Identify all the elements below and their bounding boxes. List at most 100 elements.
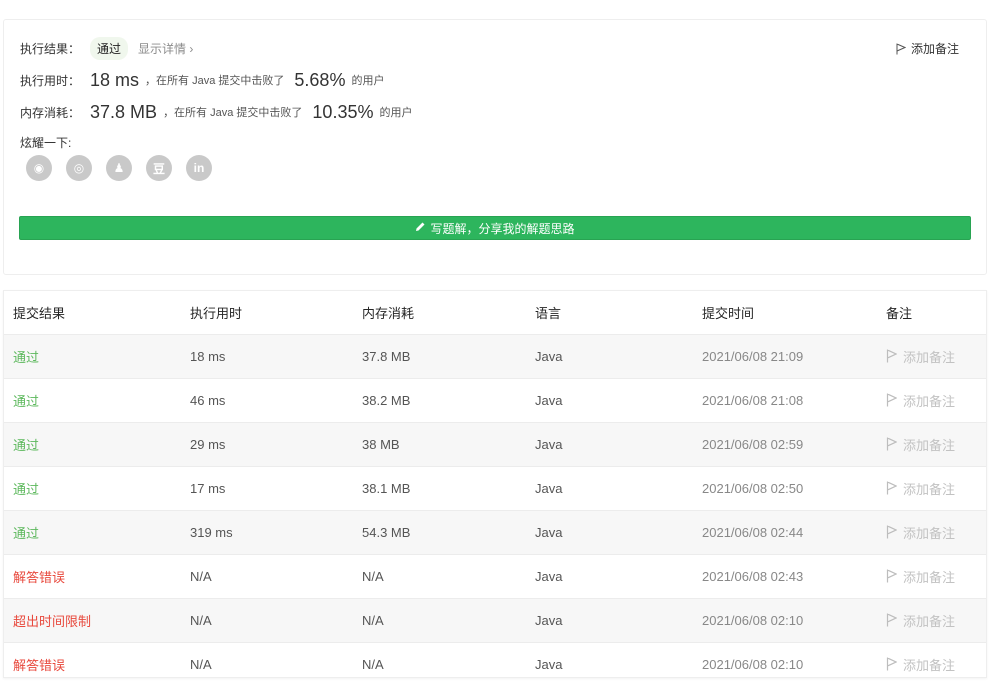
qq-icon[interactable]: ♟: [106, 155, 132, 181]
memory-cell: 54.3 MB: [362, 524, 411, 540]
row-add-note-button[interactable]: 添加备注: [886, 643, 986, 686]
submit-time-cell: 2021/06/08 02:50: [702, 480, 804, 496]
note-cell[interactable]: 添加备注: [877, 466, 986, 510]
linkedin-icon[interactable]: in: [186, 155, 212, 181]
language-cell: Java: [535, 348, 563, 364]
table-row: 通过 29 ms 38 MB Java 2021/06/08 02:59 添加备…: [4, 422, 986, 466]
memory-cell: N/A: [362, 656, 384, 672]
runtime-row: 执行用时： 18 ms ，在所有 Java 提交中击败了 5.68% 的用户: [20, 68, 384, 92]
row-add-note-label: 添加备注: [903, 613, 956, 629]
memory-cell: 37.8 MB: [362, 348, 411, 364]
runtime-cell: 18 ms: [190, 348, 226, 364]
language-cell: Java: [535, 568, 563, 584]
result-label: 执行结果：: [20, 41, 81, 56]
write-solution-label: 写题解，分享我的解题思路: [430, 221, 575, 236]
table-row: 解答错误 N/A N/A Java 2021/06/08 02:43 添加备注: [4, 554, 986, 598]
table-row: 解答错误 N/A N/A Java 2021/06/08 02:10 添加备注: [4, 642, 986, 686]
runtime-cell: 17 ms: [190, 480, 226, 496]
wechat-icon[interactable]: ◉: [26, 155, 52, 181]
header-note: 备注: [886, 305, 913, 321]
note-cell[interactable]: 添加备注: [877, 334, 986, 378]
row-add-note-label: 添加备注: [903, 569, 956, 585]
memory-suffix: 的用户: [379, 107, 413, 119]
memory-label: 内存消耗：: [20, 105, 81, 120]
note-cell[interactable]: 添加备注: [877, 642, 986, 686]
note-cell[interactable]: 添加备注: [877, 422, 986, 466]
table-header-row: 提交结果 执行用时 内存消耗 语言 提交时间 备注: [4, 291, 986, 334]
table-row: 通过 17 ms 38.1 MB Java 2021/06/08 02:50 添…: [4, 466, 986, 510]
share-label: 炫耀一下:: [20, 135, 72, 150]
row-add-note-button[interactable]: 添加备注: [886, 555, 986, 598]
language-cell: Java: [535, 612, 563, 628]
flag-icon: [886, 393, 897, 407]
weibo-icon[interactable]: ◎: [66, 155, 92, 181]
language-cell: Java: [535, 524, 563, 540]
memory-percent: 10.35%: [312, 101, 374, 122]
row-add-note-label: 添加备注: [903, 393, 956, 409]
status-cell[interactable]: 解答错误: [4, 554, 181, 598]
row-add-note-button[interactable]: 添加备注: [886, 511, 986, 554]
runtime-cell: 46 ms: [190, 392, 226, 408]
row-add-note-button[interactable]: 添加备注: [886, 335, 986, 378]
result-card: 执行结果： 通过 显示详情 › 添加备注 执行用时： 18 ms ，在所有 Ja…: [3, 19, 987, 275]
show-detail-link[interactable]: 显示详情 ›: [138, 40, 193, 57]
language-cell: Java: [535, 436, 563, 452]
status-cell[interactable]: 超出时间限制: [4, 598, 181, 642]
row-add-note-label: 添加备注: [903, 349, 956, 365]
social-share-icons: ◉ ◎ ♟ 豆 in: [26, 155, 212, 181]
row-add-note-button[interactable]: 添加备注: [886, 379, 986, 422]
row-add-note-button[interactable]: 添加备注: [886, 423, 986, 466]
flag-icon: [886, 349, 897, 363]
runtime-cell: N/A: [190, 656, 212, 672]
language-cell: Java: [535, 480, 563, 496]
header-runtime: 执行用时: [190, 305, 243, 321]
language-cell: Java: [535, 392, 563, 408]
memory-cell: 38.1 MB: [362, 480, 411, 496]
add-note-button[interactable]: 添加备注: [896, 40, 959, 57]
header-status: 提交结果: [13, 305, 66, 321]
table-row: 超出时间限制 N/A N/A Java 2021/06/08 02:10 添加备…: [4, 598, 986, 642]
status-cell[interactable]: 通过: [4, 422, 181, 466]
status-cell[interactable]: 通过: [4, 510, 181, 554]
flag-icon: [886, 569, 897, 583]
status-cell[interactable]: 解答错误: [4, 642, 181, 686]
submit-time-cell: 2021/06/08 02:10: [702, 612, 804, 628]
result-row: 执行结果： 通过 显示详情 ›: [20, 36, 193, 60]
memory-row: 内存消耗： 37.8 MB ，在所有 Java 提交中击败了 10.35% 的用…: [20, 100, 412, 124]
header-submit-time: 提交时间: [702, 305, 755, 321]
runtime-value: 18 ms: [90, 69, 140, 90]
memory-cell: N/A: [362, 612, 384, 628]
table-row: 通过 319 ms 54.3 MB Java 2021/06/08 02:44 …: [4, 510, 986, 554]
row-add-note-button[interactable]: 添加备注: [886, 467, 986, 510]
memory-cell: N/A: [362, 568, 384, 584]
status-cell[interactable]: 通过: [4, 466, 181, 510]
note-cell[interactable]: 添加备注: [877, 598, 986, 642]
submit-time-cell: 2021/06/08 02:44: [702, 524, 804, 540]
flag-icon: [886, 657, 897, 671]
memory-beat-text: ，在所有 Java 提交中击败了: [163, 107, 303, 119]
runtime-label: 执行用时：: [20, 73, 81, 88]
share-row: 炫耀一下:: [20, 134, 71, 150]
runtime-suffix: 的用户: [351, 75, 385, 87]
table-row: 通过 18 ms 37.8 MB Java 2021/06/08 21:09 添…: [4, 334, 986, 378]
douban-icon[interactable]: 豆: [146, 155, 172, 181]
header-memory: 内存消耗: [362, 305, 415, 321]
note-cell[interactable]: 添加备注: [877, 554, 986, 598]
submissions-table: 提交结果 执行用时 内存消耗 语言 提交时间 备注 通过 18 ms 37.8 …: [3, 290, 987, 678]
status-cell[interactable]: 通过: [4, 378, 181, 422]
table-row: 通过 46 ms 38.2 MB Java 2021/06/08 21:08 添…: [4, 378, 986, 422]
status-cell[interactable]: 通过: [4, 334, 181, 378]
row-add-note-label: 添加备注: [903, 657, 956, 673]
flag-icon: [886, 613, 897, 627]
result-status-badge: 通过: [90, 36, 129, 60]
note-cell[interactable]: 添加备注: [877, 378, 986, 422]
write-solution-button[interactable]: 写题解，分享我的解题思路: [19, 216, 971, 240]
flag-icon: [896, 43, 906, 55]
note-cell[interactable]: 添加备注: [877, 510, 986, 554]
row-add-note-button[interactable]: 添加备注: [886, 599, 986, 642]
memory-cell: 38.2 MB: [362, 392, 411, 408]
flag-icon: [886, 481, 897, 495]
flag-icon: [886, 437, 897, 451]
submit-time-cell: 2021/06/08 02:43: [702, 568, 804, 584]
submit-time-cell: 2021/06/08 02:10: [702, 656, 804, 672]
